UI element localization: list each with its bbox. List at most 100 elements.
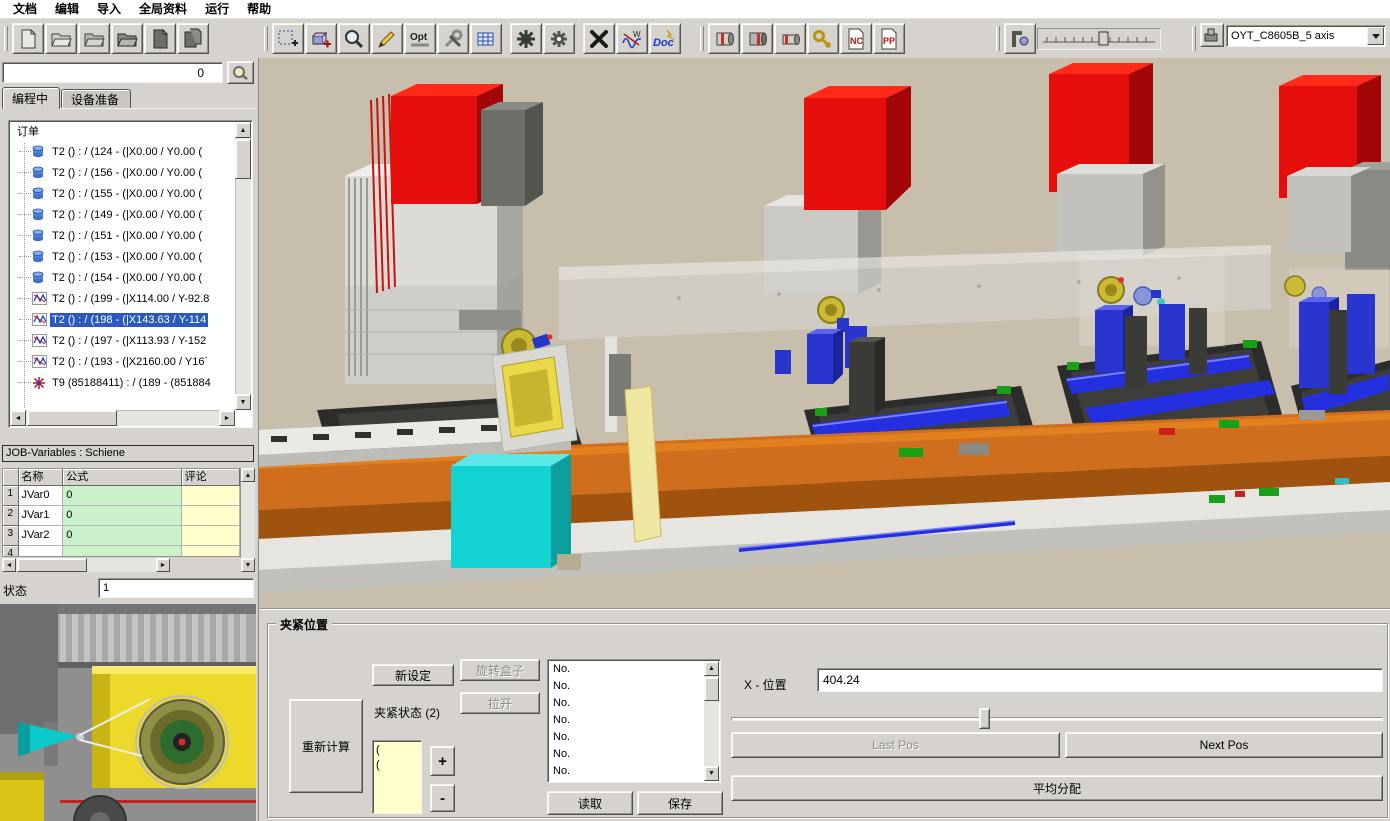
corner-view-button[interactable] [1004,23,1036,54]
column-header-name[interactable]: 名称 [19,469,64,486]
listbox-scrollbar[interactable]: ▲ ▼ [704,661,719,781]
documents-dark-button[interactable] [177,23,209,54]
var-name-cell[interactable]: JVar2 [19,526,64,546]
next-pos-button[interactable]: Next Pos [1065,732,1383,758]
tree-item[interactable]: T2 () : / (156 - (|X0.00 / Y0.00 ( [11,162,235,183]
list-item[interactable]: No. [549,746,704,763]
tree-horizontal-scrollbar[interactable]: ◄ ► [10,410,235,426]
scroll-up-button[interactable]: ▲ [235,122,251,138]
key-button[interactable] [807,23,839,54]
chevron-down-icon[interactable] [1367,27,1384,45]
search-input[interactable] [2,62,223,83]
3d-machine-viewport[interactable] [258,58,1390,608]
toolbar-grip[interactable] [1192,26,1196,51]
distribute-evenly-button[interactable]: 平均分配 [731,775,1383,801]
x-position-slider[interactable] [731,708,1383,730]
tool-holder-3-button[interactable] [774,23,806,54]
menu-edit[interactable]: 编辑 [46,0,88,18]
profile-shape-button[interactable] [510,23,542,54]
remove-clamp-button[interactable]: - [430,784,455,812]
menu-global-data[interactable]: 全局资料 [130,0,196,18]
scroll-down-button[interactable]: ▼ [241,558,255,572]
tree-item[interactable]: T2 () : / (193 - (|X2160.00 / Y16` [11,351,235,372]
corner-header-cell[interactable] [3,469,19,486]
scroll-right-button[interactable]: ► [156,558,170,572]
tree-item[interactable]: T2 () : / (199 - (|X114.00 / Y-92.8 [11,288,235,309]
scroll-left-button[interactable]: ◄ [2,558,16,572]
clamp-list-item[interactable]: ( [376,743,421,758]
menu-file[interactable]: 文档 [4,0,46,18]
list-item[interactable]: No. [549,678,704,695]
tool-holder-2-button[interactable] [741,23,773,54]
tree-item[interactable]: T2 () : / (153 - (|X0.00 / Y0.00 ( [11,246,235,267]
document-dark-button[interactable] [144,23,176,54]
toolbar-grip[interactable] [700,26,704,51]
tab-machine-setup[interactable]: 设备准备 [61,89,131,108]
table-vertical-scrollbar[interactable]: ▲ ▼ [241,468,255,572]
add-tool-button[interactable] [305,23,337,54]
last-pos-button[interactable]: Last Pos [731,732,1060,758]
list-item[interactable]: No. [549,712,704,729]
tree-item[interactable]: T2 () : / (151 - (|X0.00 / Y0.00 ( [11,225,235,246]
slider-thumb[interactable] [979,708,990,729]
tree-item[interactable]: T9 (85188411) : / (189 - (851884 [11,372,235,393]
scroll-right-button[interactable]: ► [219,410,235,426]
tree-root[interactable]: 订单 [11,123,235,141]
scroll-up-button[interactable]: ▲ [704,661,719,676]
pp-program-button[interactable]: PP [873,23,905,54]
var-formula-cell[interactable]: 0 [63,486,181,506]
open-project-button[interactable] [78,23,110,54]
list-item[interactable]: No. [549,780,704,781]
recalculate-button[interactable]: 重新计算 [289,699,363,793]
wave-curve-button[interactable]: W [616,23,648,54]
clamp-list[interactable]: ( ( [372,740,422,814]
row-number[interactable]: 1 [3,486,19,506]
var-name-cell[interactable]: JVar0 [19,486,64,506]
new-setting-button[interactable]: 新设定 [372,664,454,686]
scrollbar-thumb[interactable] [27,410,117,426]
tree-vertical-scrollbar[interactable]: ▲ ▼ [235,122,251,410]
row-number[interactable]: 2 [3,506,19,526]
list-item[interactable]: No. [549,695,704,712]
menu-help[interactable]: 帮助 [238,0,280,18]
x-position-input[interactable] [817,668,1383,692]
list-item[interactable]: No. [549,763,704,780]
var-comment-cell[interactable] [182,506,240,526]
search-button[interactable] [227,61,254,84]
list-item[interactable]: No. [549,661,704,678]
toolbar-grip[interactable] [996,26,1000,51]
scrollbar-thumb[interactable] [704,677,719,701]
scroll-left-button[interactable]: ◄ [10,410,26,426]
tree-item[interactable]: T2 () : / (154 - (|X0.00 / Y0.00 ( [11,267,235,288]
clamp-list-item[interactable]: ( [376,758,421,773]
pull-apart-button[interactable]: 拉开 [460,692,540,714]
toolbar-grip[interactable] [264,26,268,51]
table-view-button[interactable] [470,23,502,54]
tool-holder-1-button[interactable] [708,23,740,54]
scrollbar-thumb[interactable] [235,139,251,179]
optimize-button[interactable]: Opt [404,23,436,54]
menu-import[interactable]: 导入 [88,0,130,18]
scroll-down-button[interactable]: ▼ [704,766,719,781]
rotate-box-button[interactable]: 旋转盒子 [460,659,540,681]
row-number[interactable]: 4 [3,546,19,557]
tree-item[interactable]: T2 () : / (149 - (|X0.00 / Y0.00 ( [11,204,235,225]
zoom-button[interactable] [338,23,370,54]
machining-preview-panel[interactable] [0,604,256,821]
slider-track[interactable] [731,717,1383,721]
tree-item[interactable]: T2 () : / (197 - (|X113.93 / Y-152 [11,330,235,351]
var-comment-cell[interactable] [182,486,240,506]
tree-item[interactable]: T2 () : / (155 - (|X0.00 / Y0.00 ( [11,183,235,204]
var-comment-cell[interactable] [182,526,240,546]
delete-button[interactable] [583,23,615,54]
var-formula-cell[interactable] [63,546,181,557]
menu-run[interactable]: 运行 [196,0,238,18]
list-item[interactable]: No. [549,729,704,746]
machine-type-button[interactable] [1200,23,1224,47]
add-clamp-button[interactable]: + [430,746,455,776]
doc-export-button[interactable]: Doc [649,23,681,54]
scroll-down-button[interactable]: ▼ [235,394,251,410]
var-name-cell[interactable]: JVar1 [19,506,64,526]
status-value-field[interactable]: 1 [98,578,254,598]
tree-item[interactable]: T2 () : / (124 - (|X0.00 / Y0.00 ( [11,141,235,162]
